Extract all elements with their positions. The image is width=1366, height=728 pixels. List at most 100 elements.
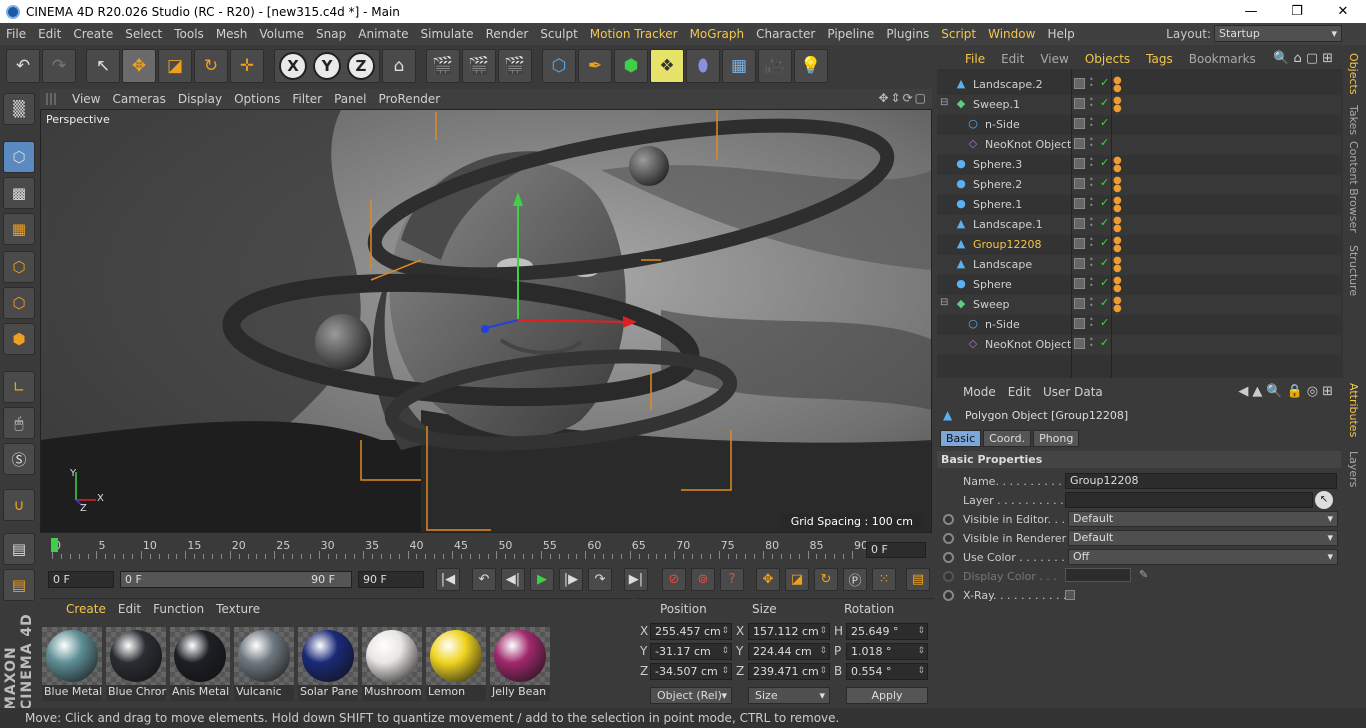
light-icon[interactable]: 💡: [794, 49, 828, 83]
next-frame-icon[interactable]: |▶: [559, 568, 583, 591]
layer-pick-icon[interactable]: ↖: [1315, 491, 1333, 509]
record-scale-icon[interactable]: ◪: [785, 568, 809, 591]
enabled-check-icon[interactable]: ✓: [1100, 76, 1109, 89]
layer-checkbox[interactable]: [1074, 258, 1085, 269]
position-field[interactable]: 255.457 cm: [650, 623, 732, 640]
array-icon[interactable]: ❖: [650, 49, 684, 83]
material-swatch[interactable]: Vulcanic: [234, 627, 294, 701]
menu-volume[interactable]: Volume: [253, 27, 310, 41]
phong-tag-icon[interactable]: ● ●: [1113, 176, 1122, 194]
enabled-check-icon[interactable]: ✓: [1100, 116, 1109, 129]
visibility-dots-icon[interactable]: • •: [1089, 276, 1094, 290]
enabled-check-icon[interactable]: ✓: [1100, 156, 1109, 169]
attribute-menu-edit[interactable]: Edit: [1002, 385, 1037, 399]
visibility-dots-icon[interactable]: • •: [1089, 216, 1094, 230]
menu-character[interactable]: Character: [750, 27, 821, 41]
locked-workplane-icon[interactable]: ▤: [3, 569, 35, 601]
phong-tag-icon[interactable]: ● ●: [1113, 256, 1122, 274]
material-swatch[interactable]: Mushroom: [362, 627, 422, 701]
menu-simulate[interactable]: Simulate: [415, 27, 480, 41]
enabled-check-icon[interactable]: ✓: [1100, 316, 1109, 329]
color-picker-icon[interactable]: ✎: [1139, 568, 1148, 581]
texture-mode-icon[interactable]: ▩: [3, 177, 35, 209]
enabled-check-icon[interactable]: ✓: [1100, 136, 1109, 149]
object-menu-objects[interactable]: Objects: [1077, 52, 1138, 66]
viewport-menu-cameras[interactable]: Cameras: [106, 92, 171, 106]
menu-plugins[interactable]: Plugins: [880, 27, 935, 41]
viewport-menu-prorender[interactable]: ProRender: [372, 92, 446, 106]
next-key-icon[interactable]: ↷: [588, 568, 612, 591]
timeline-ruler[interactable]: 051015202530354045505560657075808590 0 F: [40, 535, 932, 565]
menu-mograph[interactable]: MoGraph: [684, 27, 751, 41]
material-swatch[interactable]: Blue Chron: [106, 627, 166, 701]
rotation-field[interactable]: 25.649 °: [846, 623, 928, 640]
menu-mesh[interactable]: Mesh: [210, 27, 254, 41]
visibility-dots-icon[interactable]: • •: [1089, 196, 1094, 210]
size-field[interactable]: 157.112 cm: [748, 623, 830, 640]
autokeying-icon[interactable]: ⊚: [691, 568, 715, 591]
menu-script[interactable]: Script: [935, 27, 982, 41]
phong-tag-icon[interactable]: ● ●: [1113, 296, 1122, 314]
menu-window[interactable]: Window: [982, 27, 1041, 41]
go-to-start-icon[interactable]: |◀: [436, 568, 460, 591]
phong-tag-icon[interactable]: ● ●: [1113, 76, 1122, 94]
snap-icon[interactable]: Ⓢ: [3, 443, 35, 475]
sidetab-takes[interactable]: Takes: [1347, 105, 1360, 135]
scale-tool-icon[interactable]: ◪: [158, 49, 192, 83]
menu-sculpt[interactable]: Sculpt: [534, 27, 583, 41]
layer-checkbox[interactable]: [1074, 98, 1085, 109]
maximize-button[interactable]: ❐: [1274, 0, 1320, 23]
recent-tool-icon[interactable]: ✛: [230, 49, 264, 83]
object-row[interactable]: ● Sphere.3 • • ✓ ● ●: [937, 155, 1341, 175]
edges-mode-icon[interactable]: ⬡: [3, 287, 35, 319]
object-row[interactable]: ⊟ ◆ Sweep.1 • • ✓ ● ●: [937, 95, 1341, 115]
material-swatch[interactable]: Lemon: [426, 627, 486, 701]
z-axis-lock-icon[interactable]: Z: [347, 52, 375, 80]
record-rotation-icon[interactable]: ↻: [814, 568, 838, 591]
visibility-dots-icon[interactable]: • •: [1089, 296, 1094, 310]
axis-mode-icon[interactable]: ∟: [3, 371, 35, 403]
size-mode-dropdown[interactable]: Size: [748, 687, 830, 704]
object-row[interactable]: ○ n-Side • • ✓: [937, 315, 1341, 335]
menu-animate[interactable]: Animate: [352, 27, 414, 41]
viewport-menu-options[interactable]: Options: [228, 92, 286, 106]
layer-checkbox[interactable]: [1074, 118, 1085, 129]
enabled-check-icon[interactable]: ✓: [1100, 256, 1109, 269]
sidetab-content-browser[interactable]: Content Browser: [1347, 141, 1360, 233]
keyframe-selection-icon[interactable]: ?: [720, 568, 744, 591]
layout-dropdown[interactable]: Startup: [1214, 25, 1342, 42]
layer-checkbox[interactable]: [1074, 78, 1085, 89]
tree-toggle-icon[interactable]: ⊟: [940, 97, 948, 108]
close-button[interactable]: ✕: [1320, 0, 1366, 23]
viewport-menu-display[interactable]: Display: [172, 92, 228, 106]
object-menu-tags[interactable]: Tags: [1138, 52, 1181, 66]
material-menu-function[interactable]: Function: [147, 602, 210, 616]
phong-tag-icon[interactable]: ● ●: [1113, 216, 1122, 234]
enabled-check-icon[interactable]: ✓: [1100, 216, 1109, 229]
layer-field[interactable]: [1065, 492, 1313, 508]
enabled-check-icon[interactable]: ✓: [1100, 296, 1109, 309]
record-pla-icon[interactable]: ⁙: [872, 568, 896, 591]
layer-checkbox[interactable]: [1074, 178, 1085, 189]
polygons-mode-icon[interactable]: ⬢: [3, 323, 35, 355]
layer-checkbox[interactable]: [1074, 238, 1085, 249]
material-swatch[interactable]: Blue Metal: [42, 627, 102, 701]
start-frame-field[interactable]: 0 F: [48, 571, 114, 588]
tree-toggle-icon[interactable]: ⊟: [940, 297, 948, 308]
previous-frame-icon[interactable]: ◀|: [501, 568, 525, 591]
material-menu-edit[interactable]: Edit: [112, 602, 147, 616]
object-menu-edit[interactable]: Edit: [993, 52, 1032, 66]
visibility-dots-icon[interactable]: • •: [1089, 336, 1094, 350]
layer-checkbox[interactable]: [1074, 298, 1085, 309]
object-row[interactable]: ▲ Group12208 • • ✓ ● ●: [937, 235, 1341, 255]
xray-radio[interactable]: [943, 590, 954, 601]
attribute-tab-coord[interactable]: Coord.: [983, 430, 1032, 447]
layer-checkbox[interactable]: [1074, 138, 1085, 149]
object-row[interactable]: ▲ Landscape • • ✓ ● ●: [937, 255, 1341, 275]
menu-motion-tracker[interactable]: Motion Tracker: [584, 27, 684, 41]
points-mode-icon[interactable]: ⬡: [3, 251, 35, 283]
position-field[interactable]: -34.507 cm: [650, 663, 732, 680]
size-field[interactable]: 224.44 cm: [748, 643, 830, 660]
phong-tag-icon[interactable]: ● ●: [1113, 196, 1122, 214]
object-row[interactable]: ⊟ ◆ Sweep • • ✓ ● ●: [937, 295, 1341, 315]
